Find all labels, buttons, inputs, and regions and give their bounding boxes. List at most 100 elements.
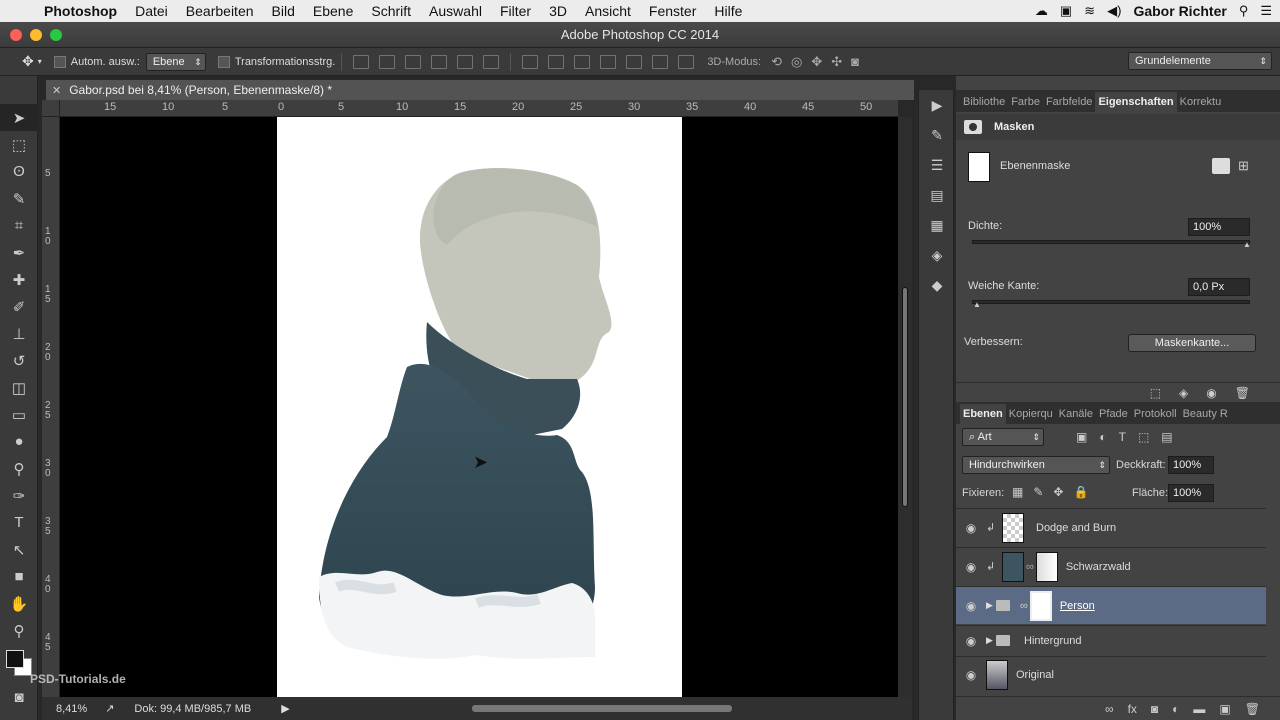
layer-row-person[interactable]: ◉ ▶ ∞ Person [956, 586, 1266, 624]
ruler-corner[interactable] [42, 100, 60, 117]
lasso-tool-icon[interactable]: ʘ [0, 158, 38, 185]
document-tab[interactable]: ✕ Gabor.psd bei 8,41% (Person, Ebenenmas… [46, 80, 914, 100]
notification-icon[interactable]: ☰ [1260, 3, 1272, 19]
artboard[interactable] [277, 117, 682, 697]
menu-schrift[interactable]: Schrift [362, 3, 420, 19]
lock-pixels-icon[interactable]: ✎ [1033, 485, 1043, 499]
mask-thumbnail[interactable] [968, 152, 990, 182]
tab-channels[interactable]: Kanäle [1056, 404, 1096, 424]
filter-type-icon[interactable]: T [1119, 430, 1126, 444]
menu-auswahl[interactable]: Auswahl [420, 3, 491, 19]
pen-tool-icon[interactable]: ✑ [0, 482, 38, 509]
new-layer-icon[interactable]: ▣ [1219, 702, 1230, 716]
adjustments-icon[interactable]: ☰ [919, 150, 955, 180]
brush-tool-icon[interactable]: ✐ [0, 293, 38, 320]
mask-thumbnail[interactable] [1029, 590, 1052, 621]
layer-row-dodge-burn[interactable]: ◉ ↲ Dodge and Burn [956, 508, 1266, 546]
crop-tool-icon[interactable]: ⌗ [0, 212, 38, 239]
eraser-tool-icon[interactable]: ◫ [0, 374, 38, 401]
zoom-window-button[interactable] [50, 29, 62, 41]
pixel-mask-icon[interactable] [1212, 158, 1230, 174]
horizontal-scrollbar-thumb[interactable] [472, 705, 732, 712]
density-field[interactable]: 100% [1188, 218, 1250, 236]
wifi-icon[interactable]: ≋ [1084, 3, 1095, 19]
density-slider[interactable]: ▲ [972, 240, 1251, 249]
eyedropper-tool-icon[interactable]: ✒ [0, 239, 38, 266]
link-icon[interactable]: ∞ [1026, 561, 1034, 573]
visibility-eye-icon[interactable]: ◉ [956, 634, 986, 648]
mask-thumbnail[interactable] [1035, 551, 1058, 582]
user-name[interactable]: Gabor Richter [1133, 3, 1226, 19]
link-icon[interactable]: ∞ [1020, 600, 1028, 612]
opacity-field[interactable]: 100% [1168, 456, 1214, 474]
distribute-hcenter-icon[interactable] [626, 54, 643, 69]
align-top-icon[interactable] [353, 54, 370, 69]
stamp-tool-icon[interactable]: ⊥ [0, 320, 38, 347]
layer-style-icon[interactable]: fx [1128, 702, 1137, 716]
workspace-dropdown[interactable]: Grundelemente [1128, 52, 1272, 70]
menu-fenster[interactable]: Fenster [640, 3, 705, 19]
cloud-icon[interactable]: ☁ [1035, 3, 1048, 19]
tab-swatches[interactable]: Farbfelde [1043, 92, 1095, 112]
filter-pixel-icon[interactable]: ▣ [1076, 430, 1087, 444]
history-brush-tool-icon[interactable]: ↺ [0, 347, 38, 374]
hand-tool-icon[interactable]: ✋ [0, 590, 38, 617]
type-tool-icon[interactable]: T [0, 509, 38, 536]
delete-mask-icon[interactable]: 🗑 [1235, 386, 1250, 400]
document-canvas[interactable] [60, 117, 898, 697]
feather-slider[interactable]: ▲ [972, 300, 1250, 309]
quick-select-tool-icon[interactable]: ✎ [0, 185, 38, 212]
filter-adjustment-icon[interactable]: ◐ [1099, 430, 1106, 444]
menu-ansicht[interactable]: Ansicht [576, 3, 640, 19]
add-mask-icon[interactable]: ◙ [1151, 702, 1158, 716]
spotlight-icon[interactable]: ⚲ [1239, 3, 1249, 19]
close-window-button[interactable] [10, 29, 22, 41]
volume-icon[interactable]: ◀) [1107, 3, 1121, 19]
move-tool-icon[interactable]: ➤ [0, 104, 38, 131]
fill-field[interactable]: 100% [1168, 484, 1214, 502]
layer-name[interactable]: Original [1016, 669, 1054, 681]
tool-preset-chevron-icon[interactable]: ▾ [38, 57, 42, 66]
distribute-left-icon[interactable] [600, 54, 617, 69]
menu-filter[interactable]: Filter [491, 3, 540, 19]
filter-shape-icon[interactable]: ⬚ [1138, 430, 1149, 444]
tab-clone-source[interactable]: Kopierqu [1006, 404, 1056, 424]
tab-adjustments[interactable]: Korrektu [1177, 92, 1225, 112]
menu-3d[interactable]: 3D [540, 3, 576, 19]
quick-mask-icon[interactable]: ◙ [0, 684, 38, 711]
slider-handle-icon[interactable]: ▲ [1243, 240, 1251, 249]
horizontal-ruler[interactable]: 15 10 5 0 5 10 15 20 25 30 35 40 45 50 [60, 100, 898, 117]
auto-select-dropdown[interactable]: Ebene [145, 52, 206, 71]
zoom-tool-icon[interactable]: ⚲ [0, 617, 38, 644]
marquee-tool-icon[interactable]: ⬚ [0, 131, 38, 158]
menu-bearbeiten[interactable]: Bearbeiten [177, 3, 263, 19]
visibility-eye-icon[interactable]: ◉ [956, 521, 986, 535]
vertical-scrollbar[interactable] [898, 117, 912, 697]
healing-tool-icon[interactable]: ✚ [0, 266, 38, 293]
filter-smart-icon[interactable]: ▤ [1161, 430, 1172, 444]
menu-ebene[interactable]: Ebene [304, 3, 362, 19]
shape-tool-icon[interactable]: ■ [0, 563, 38, 590]
align-right-icon[interactable] [483, 54, 500, 69]
tab-history[interactable]: Protokoll [1131, 404, 1180, 424]
lock-all-icon[interactable]: 🔒 [1073, 485, 1088, 499]
distribute-bottom-icon[interactable] [574, 54, 591, 69]
vector-mask-icon[interactable]: ⊞ [1238, 158, 1249, 174]
visibility-icon[interactable]: ◉ [1206, 386, 1216, 400]
load-selection-icon[interactable]: ⬚ [1150, 386, 1161, 400]
info-icon[interactable]: ▤ [919, 180, 955, 210]
layer-filter-dropdown[interactable]: ⌕ Art [962, 428, 1044, 446]
blend-mode-dropdown[interactable]: Hindurchwirken [962, 456, 1110, 474]
move-tool-icon[interactable]: ✥ [22, 53, 34, 70]
path-select-tool-icon[interactable]: ↖ [0, 536, 38, 563]
align-bottom-icon[interactable] [405, 54, 422, 69]
lock-position-icon[interactable]: ✥ [1053, 485, 1063, 499]
display-icon[interactable]: ▣ [1060, 3, 1072, 19]
tab-color[interactable]: Farbe [1008, 92, 1043, 112]
menu-app[interactable]: Photoshop [40, 3, 126, 19]
blur-tool-icon[interactable]: ● [0, 428, 38, 455]
lock-transparency-icon[interactable]: ▦ [1012, 485, 1023, 499]
status-menu-arrow-icon[interactable]: ▶ [281, 702, 289, 715]
actions-play-icon[interactable]: ▶ [919, 90, 955, 120]
expand-arrow-icon[interactable]: ▶ [986, 635, 996, 646]
